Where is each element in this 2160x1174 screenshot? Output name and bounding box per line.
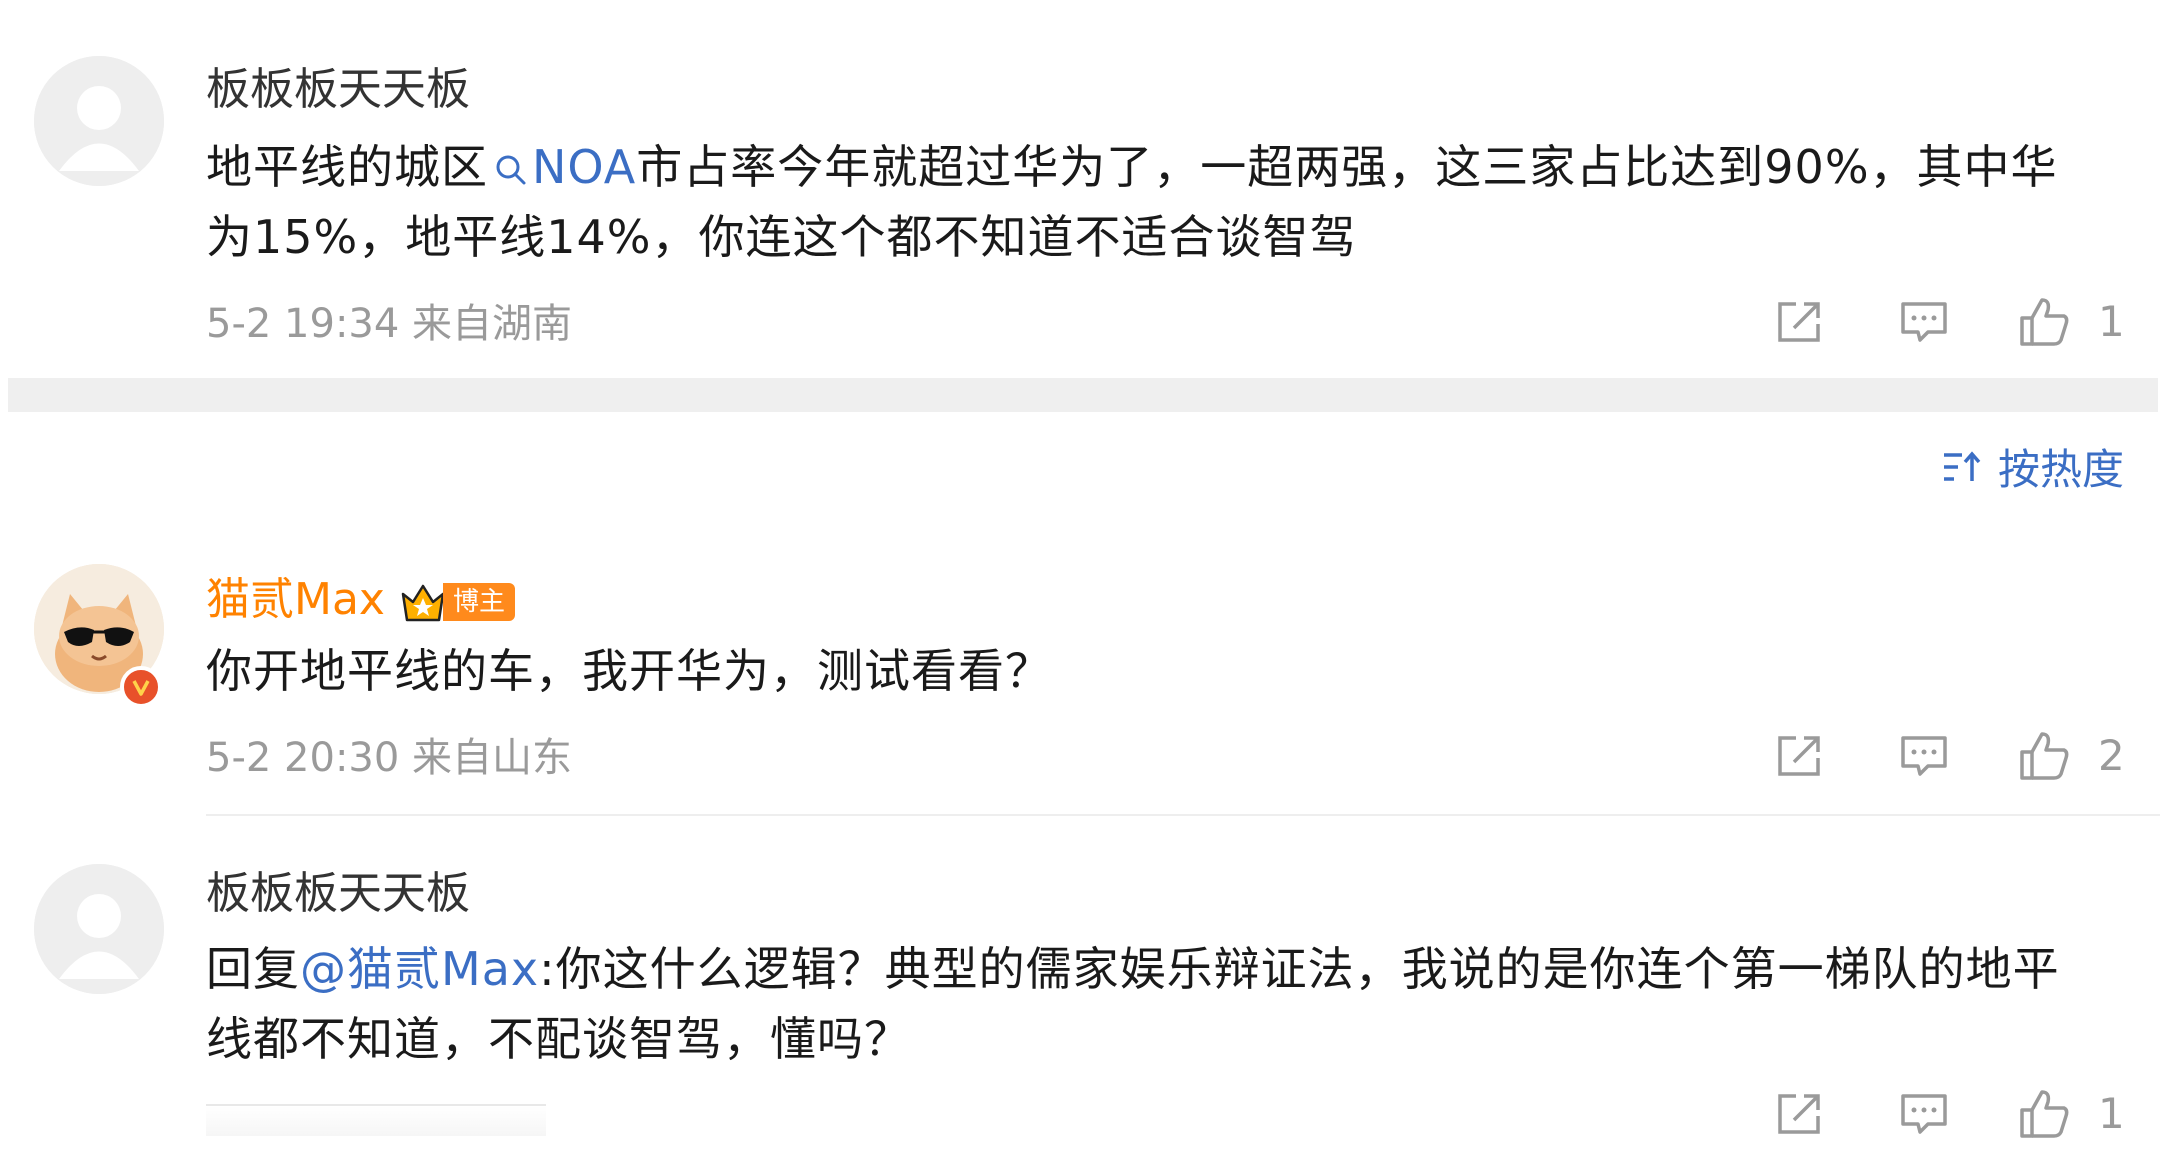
username-text: 猫贰Max	[206, 574, 385, 625]
thumbs-up-icon	[2020, 298, 2069, 346]
mention-link[interactable]: @猫贰Max	[300, 942, 539, 996]
verified-v-icon	[132, 680, 150, 696]
share-button[interactable]	[1770, 1090, 1830, 1138]
comment-item: 板板板天天板 地平线的城区 NOA市占率今年就超过华为了，一超两强，这三家占比达到…	[0, 0, 2160, 378]
comment-text: 回复@猫贰Max:你这什么逻辑？典型的儒家娱乐辩证法，我说的是你连个第一梯队的地…	[206, 934, 2086, 1074]
faded-meta-placeholder	[206, 1104, 546, 1136]
share-icon	[1778, 302, 1820, 342]
like-button[interactable]: 1	[2018, 1086, 2125, 1142]
sort-by-heat-button[interactable]: 按热度	[1942, 436, 2124, 497]
comment-button[interactable]	[1894, 1090, 1954, 1138]
like-count: 1	[2098, 297, 2125, 346]
sort-label: 按热度	[1997, 445, 2124, 494]
comment-item: 猫贰Max 博主 你开地平线的车，我开华为，测试看看？ 5-2 20:30 来自山…	[0, 540, 2160, 814]
comment-meta: 5-2 19:34 来自湖南	[206, 301, 573, 347]
comment-actions: 1	[1770, 294, 2125, 350]
comment-username[interactable]: 板板板天天板	[206, 864, 470, 924]
comment-text-part: 地平线的城区	[206, 140, 488, 194]
search-link[interactable]: NOA	[488, 140, 636, 194]
comment-icon	[1901, 736, 1947, 776]
default-avatar-icon	[34, 864, 164, 994]
comment-button[interactable]	[1894, 732, 1954, 780]
like-count: 1	[2098, 1089, 2125, 1138]
comment-meta: 5-2 20:30 来自山东	[206, 735, 573, 781]
comment-actions: 2	[1770, 728, 2125, 784]
default-avatar-icon	[34, 56, 164, 186]
badge-label: 博主	[442, 583, 515, 621]
share-button[interactable]	[1770, 298, 1830, 346]
comment-username[interactable]: 板板板天天板	[206, 60, 470, 120]
comment-text: 你开地平线的车，我开华为，测试看看？	[206, 644, 1052, 698]
comment-icon	[1901, 302, 1947, 342]
comment-actions: 1	[1770, 1086, 2125, 1142]
avatar[interactable]	[34, 56, 164, 186]
thumbs-up-icon	[2020, 732, 2069, 780]
avatar[interactable]	[34, 864, 164, 994]
comment-username[interactable]: 猫贰Max 博主	[206, 570, 515, 630]
share-button[interactable]	[1770, 732, 1830, 780]
share-icon	[1778, 1094, 1820, 1134]
search-link-text: NOA	[532, 140, 637, 194]
comment-icon	[1901, 1094, 1947, 1134]
search-icon	[496, 155, 526, 185]
verified-badge	[120, 666, 162, 708]
blogger-badge: 博主	[399, 580, 515, 624]
comment-button[interactable]	[1894, 298, 1954, 346]
comment-text: 地平线的城区 NOA市占率今年就超过华为了，一超两强，这三家占比达到90%，其中华…	[206, 132, 2086, 272]
section-divider	[8, 378, 2158, 412]
sort-icon	[1943, 450, 1981, 481]
crown-icon	[401, 584, 445, 622]
like-count: 2	[2098, 731, 2125, 780]
reply-prefix: 回复	[206, 942, 300, 996]
thumbs-up-icon	[2020, 1090, 2069, 1138]
share-icon	[1778, 736, 1820, 776]
like-button[interactable]: 1	[2018, 294, 2125, 350]
like-button[interactable]: 2	[2018, 728, 2125, 784]
